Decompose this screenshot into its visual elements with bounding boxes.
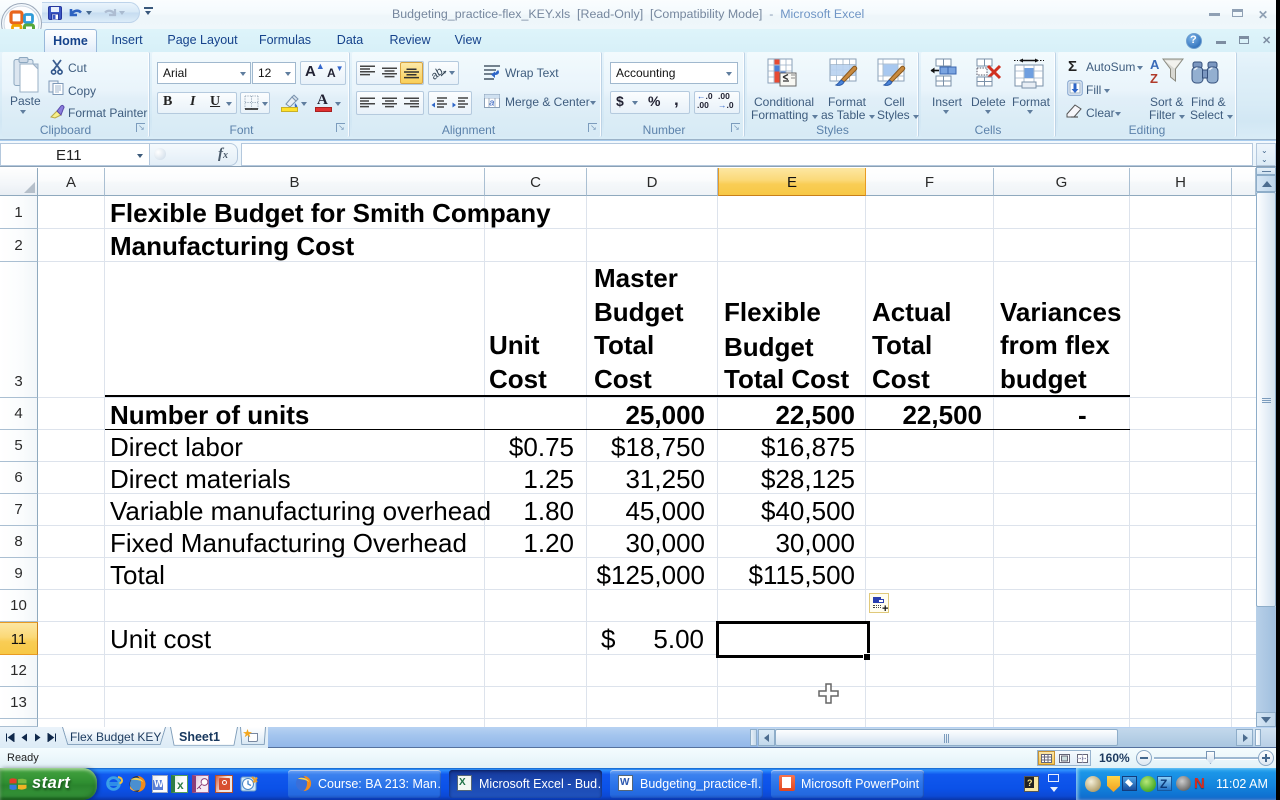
svg-text:A: A xyxy=(1150,57,1160,72)
svg-text:a: a xyxy=(489,98,494,108)
svg-text:Z: Z xyxy=(1150,71,1158,86)
